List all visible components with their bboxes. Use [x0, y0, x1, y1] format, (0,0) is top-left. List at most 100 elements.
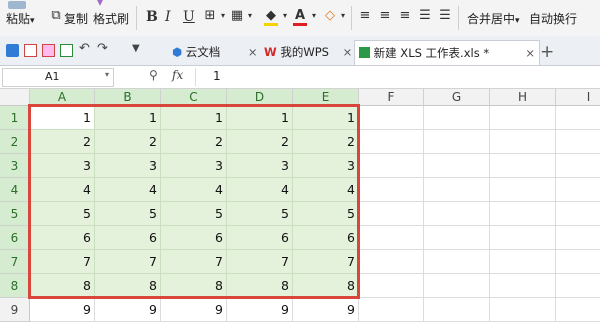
cell[interactable]	[424, 154, 490, 178]
name-box[interactable]: A1 ▾	[2, 68, 114, 87]
cell[interactable]	[556, 130, 600, 154]
cell[interactable]: 7	[161, 250, 227, 274]
cell[interactable]	[556, 298, 600, 322]
save-icon[interactable]	[6, 44, 19, 57]
cell[interactable]	[490, 130, 556, 154]
close-icon[interactable]: ×	[343, 45, 353, 59]
fill-pattern-icon[interactable]: ▦	[230, 9, 244, 23]
row-header[interactable]: 6	[0, 226, 30, 250]
row-header[interactable]: 7	[0, 250, 30, 274]
cell[interactable]	[556, 250, 600, 274]
border-icon[interactable]: ⊞	[203, 9, 217, 23]
cell[interactable]: 3	[293, 154, 359, 178]
wrap-text-button[interactable]: 自动换行	[529, 10, 577, 27]
cell[interactable]	[490, 274, 556, 298]
cell[interactable]: 2	[95, 130, 161, 154]
cell[interactable]	[490, 106, 556, 130]
column-header-e[interactable]: E	[293, 89, 359, 106]
cell[interactable]: 9	[95, 298, 161, 322]
cell[interactable]	[359, 106, 424, 130]
row-header[interactable]: 3	[0, 154, 30, 178]
cell[interactable]	[490, 178, 556, 202]
align-right-icon[interactable]: ≡	[398, 9, 412, 23]
cell[interactable]: 1	[95, 106, 161, 130]
align-center-icon[interactable]: ≡	[378, 9, 392, 23]
print-icon[interactable]	[42, 44, 55, 57]
distribute-icon[interactable]: ☰	[438, 9, 452, 23]
cell[interactable]	[424, 298, 490, 322]
cell[interactable]: 4	[30, 178, 95, 202]
chevron-down-icon[interactable]: ▼	[132, 43, 145, 56]
cell[interactable]: 4	[95, 178, 161, 202]
merge-center-button[interactable]: 合并居中▾	[467, 10, 520, 27]
cell[interactable]	[490, 154, 556, 178]
align-left-icon[interactable]: ≡	[358, 9, 372, 23]
cell[interactable]	[359, 274, 424, 298]
cell[interactable]	[556, 274, 600, 298]
cell[interactable]	[424, 202, 490, 226]
cell[interactable]: 2	[293, 130, 359, 154]
cell[interactable]: 2	[161, 130, 227, 154]
cell[interactable]: 7	[293, 250, 359, 274]
print-preview-icon[interactable]	[60, 44, 73, 57]
cell[interactable]: 6	[30, 226, 95, 250]
cell[interactable]	[490, 298, 556, 322]
cell[interactable]	[359, 202, 424, 226]
cell[interactable]: 6	[227, 226, 293, 250]
cell[interactable]: 8	[161, 274, 227, 298]
cell[interactable]: 4	[293, 178, 359, 202]
column-header-g[interactable]: G	[424, 89, 490, 106]
tab-my-wps[interactable]: W 我的WPS ×	[264, 40, 352, 64]
cell[interactable]	[359, 250, 424, 274]
bold-button[interactable]: B	[146, 9, 158, 25]
cell[interactable]	[424, 226, 490, 250]
underline-button[interactable]: U	[183, 9, 195, 25]
cell[interactable]	[359, 130, 424, 154]
row-header[interactable]: 2	[0, 130, 30, 154]
cell[interactable]: 8	[293, 274, 359, 298]
cell[interactable]: 7	[227, 250, 293, 274]
cell[interactable]: 9	[161, 298, 227, 322]
cell[interactable]	[424, 106, 490, 130]
zoom-icon[interactable]: ⚲	[149, 68, 158, 82]
justify-icon[interactable]: ☰	[418, 9, 432, 23]
select-all-corner[interactable]	[0, 89, 30, 106]
row-header[interactable]: 1	[0, 106, 30, 130]
cell[interactable]	[490, 202, 556, 226]
cell[interactable]	[424, 178, 490, 202]
cell[interactable]	[556, 106, 600, 130]
tab-spreadsheet[interactable]: 新建 XLS 工作表.xls * ×	[354, 40, 540, 65]
row-header[interactable]: 8	[0, 274, 30, 298]
cell[interactable]	[424, 274, 490, 298]
format-painter-button[interactable]: 格式刷	[93, 10, 129, 27]
new-tab-button[interactable]: +	[540, 40, 554, 64]
column-header-i[interactable]: I	[556, 89, 600, 106]
cell[interactable]	[490, 226, 556, 250]
clear-format-icon[interactable]: ◇	[323, 9, 337, 23]
cell[interactable]	[556, 178, 600, 202]
redo-icon[interactable]: ↷	[97, 41, 110, 56]
cell[interactable]	[424, 250, 490, 274]
cell[interactable]: 1	[227, 106, 293, 130]
cell[interactable]	[556, 226, 600, 250]
row-header[interactable]: 9	[0, 298, 30, 322]
cell[interactable]: 5	[293, 202, 359, 226]
undo-icon[interactable]: ↶	[79, 41, 92, 56]
chevron-down-icon[interactable]: ▾	[278, 9, 292, 23]
tab-cloud-docs[interactable]: ⬢ 云文档 ×	[172, 40, 258, 64]
italic-button[interactable]: I	[165, 9, 171, 25]
cell[interactable]: 5	[30, 202, 95, 226]
cell[interactable]: 5	[227, 202, 293, 226]
chevron-down-icon[interactable]: ▾	[307, 9, 321, 23]
cell[interactable]: 7	[30, 250, 95, 274]
cell[interactable]: 3	[30, 154, 95, 178]
cell[interactable]	[359, 154, 424, 178]
cell[interactable]: 9	[227, 298, 293, 322]
cell[interactable]: 1	[161, 106, 227, 130]
cell[interactable]: 2	[227, 130, 293, 154]
row-header[interactable]: 5	[0, 202, 30, 226]
cell[interactable]: 3	[95, 154, 161, 178]
column-header-a[interactable]: A	[30, 89, 95, 106]
cell[interactable]: 8	[30, 274, 95, 298]
cell[interactable]: 6	[161, 226, 227, 250]
